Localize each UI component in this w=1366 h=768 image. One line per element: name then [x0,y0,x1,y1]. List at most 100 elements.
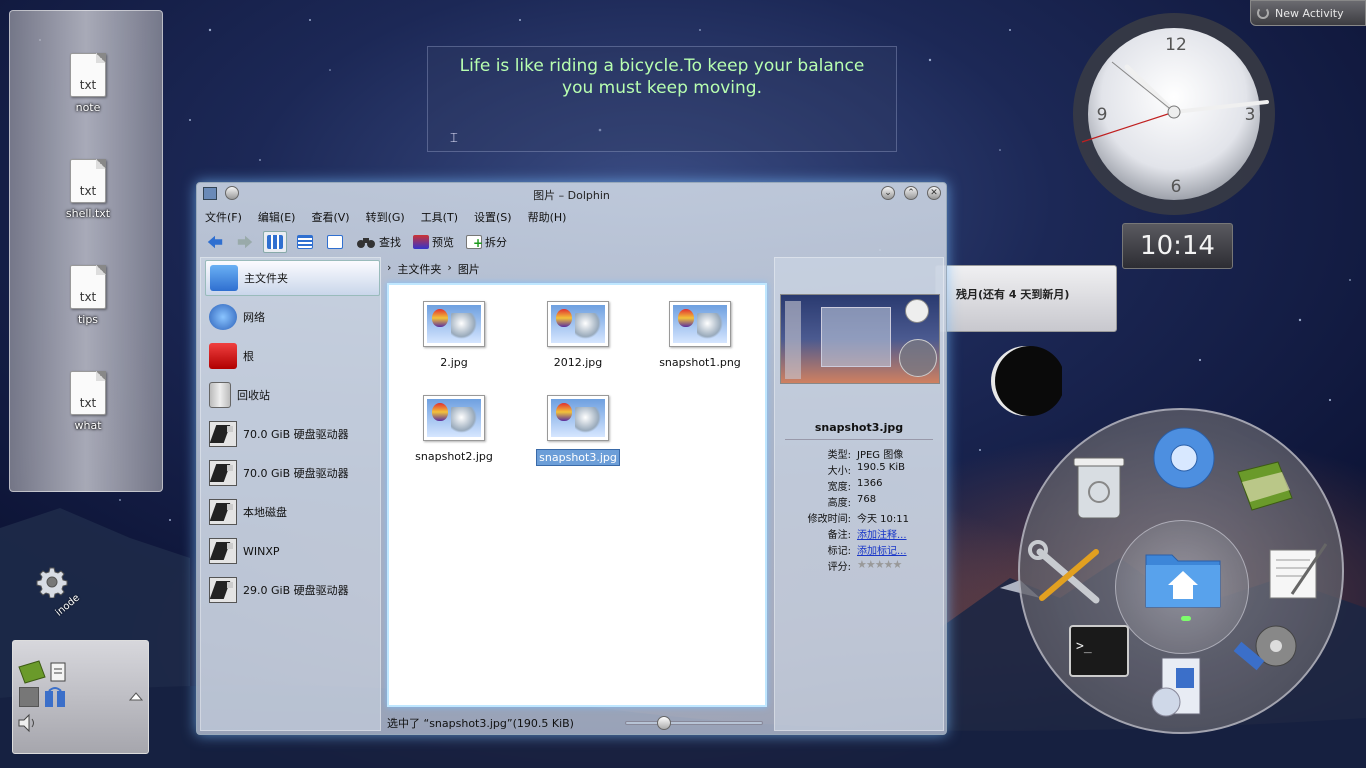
place-drive-29[interactable]: 29.0 GiB 硬盘驱动器 [205,572,380,608]
maximize-button[interactable]: ⌃ [904,186,918,200]
menu-tools[interactable]: 工具(T) [421,209,458,225]
star-icon[interactable]: ★ [893,558,903,571]
desktop-file-label: what [74,419,102,432]
star-icon[interactable]: ★ [875,558,885,571]
menu-go[interactable]: 转到(G) [366,209,405,225]
file-item[interactable]: 2012.jpg [523,301,633,370]
info-row-modified: 修改时间: 今天 10:11 [807,514,909,525]
menu-edit[interactable]: 编辑(E) [258,209,296,225]
home-folder-icon [210,265,238,291]
file-item[interactable]: 2.jpg [399,301,509,370]
books-tray-icon[interactable] [17,659,47,685]
place-root[interactable]: 根 [205,338,380,374]
place-network[interactable]: 网络 [205,299,380,335]
place-home[interactable]: 主文件夹 [205,260,380,296]
preview-button[interactable]: 预览 [410,231,457,253]
menu-settings[interactable]: 设置(S) [474,209,512,225]
split-icon: + [466,235,483,250]
details-view-button[interactable] [323,231,347,253]
icons-view-button[interactable] [263,231,287,253]
clock-number-6: 6 [1171,177,1182,197]
file-item-selected[interactable]: snapshot3.jpg [523,395,633,466]
zoom-slider[interactable] [625,716,763,730]
desktop-file-shell[interactable]: txt shell.txt [48,159,128,220]
clock-number-3: 3 [1245,105,1256,125]
forward-button[interactable] [233,231,257,253]
split-button[interactable]: + 拆分 [463,231,510,253]
places-panel: 主文件夹 网络 根 回收站 70.0 GiB 硬盘驱动器 70.0 GiB 硬盘… [200,257,381,731]
place-label: 29.0 GiB 硬盘驱动器 [243,584,349,597]
star-icon[interactable]: ★ [884,558,894,571]
launcher-indicator [1181,616,1191,621]
add-comment-link[interactable]: 添加注释... [857,526,945,541]
place-winxp[interactable]: WINXP [205,533,380,569]
breadcrumb-pictures[interactable]: 图片 [458,261,480,277]
terminal-icon[interactable]: >_ [1069,625,1129,677]
menu-file[interactable]: 文件(F) [205,209,242,225]
home-folder-icon[interactable] [1144,545,1222,609]
clock-number-9: 9 [1097,105,1108,125]
zoom-slider-handle[interactable] [656,716,671,730]
breadcrumb-home[interactable]: 主文件夹 [397,261,441,277]
moon-phase-tooltip: 残月(还有 4 天到新月) [935,265,1117,332]
file-item[interactable]: snapshot1.png [645,301,755,370]
network-tray-icon[interactable] [43,687,69,709]
text-file-icon: txt [70,159,106,203]
app-launcher-ring: >_ [1018,408,1344,734]
image-thumbnail [547,301,609,347]
star-icon[interactable]: ★ [866,558,876,571]
text-file-icon: txt [70,265,106,309]
text-editor-icon[interactable] [1269,543,1328,599]
desktop-file-note[interactable]: txt note [48,53,128,114]
minimize-button[interactable]: ⌄ [881,186,895,200]
multimedia-icon[interactable] [1233,625,1297,671]
chromium-icon[interactable] [1153,427,1215,489]
expand-tray-icon[interactable] [129,691,143,701]
software-installer-icon[interactable] [1151,657,1201,717]
info-row-type: 类型: JPEG 图像 [827,450,904,461]
chevron-right-icon: › [447,261,452,274]
menu-help[interactable]: 帮助(H) [528,209,567,225]
trash-icon[interactable] [1073,457,1125,519]
file-view: 2.jpg 2012.jpg snapshot1.png snapshot2.j… [387,283,767,707]
place-local-disk[interactable]: 本地磁盘 [205,494,380,530]
place-label: 网络 [243,311,265,324]
binoculars-icon [357,238,375,248]
text-file-icon: txt [70,371,106,415]
volume-icon[interactable] [17,713,39,733]
place-trash[interactable]: 回收站 [205,377,380,413]
close-button[interactable]: ✕ [927,186,941,200]
desktop-file-tips[interactable]: txt tips [48,265,128,326]
launcher-center [1115,520,1249,654]
place-drive-70a[interactable]: 70.0 GiB 硬盘驱动器 [205,416,380,452]
compact-view-button[interactable] [293,231,317,253]
image-thumbnail [669,301,731,347]
place-drive-70b[interactable]: 70.0 GiB 硬盘驱动器 [205,455,380,491]
place-label: 回收站 [237,389,270,402]
desktop-file-what[interactable]: txt what [48,371,128,432]
gear-icon[interactable] [36,566,68,598]
title-bar[interactable]: 图片 – Dolphin ⌄ ⌃ ✕ [197,183,946,205]
clipboard-icon[interactable] [49,661,67,683]
tools-icon[interactable] [1028,540,1100,604]
find-button[interactable]: 查找 [353,231,404,253]
add-tags-link[interactable]: 添加标记... [857,542,945,557]
arrow-right-icon [237,235,253,249]
desktop-file-label: shell.txt [65,207,111,220]
analog-clock: 12 3 6 9 [1073,13,1275,215]
window-icon[interactable] [19,687,39,707]
info-file-name: snapshot3.jpg [814,421,904,434]
chevron-right-icon: › [387,261,392,274]
system-tray [12,640,149,754]
red-folder-icon [209,343,237,369]
books-icon[interactable] [1237,461,1293,511]
file-item[interactable]: snapshot2.jpg [399,395,509,464]
star-icon[interactable]: ★ [857,558,867,571]
divider [785,439,933,440]
details-view-icon [327,235,343,249]
menu-view[interactable]: 查看(V) [311,209,349,225]
back-button[interactable] [203,231,227,253]
icons-view-icon [267,235,283,249]
rating-stars[interactable]: ★★★★★ [857,558,945,573]
desktop-folder-view: txt note txt shell.txt txt tips txt what [9,10,163,492]
